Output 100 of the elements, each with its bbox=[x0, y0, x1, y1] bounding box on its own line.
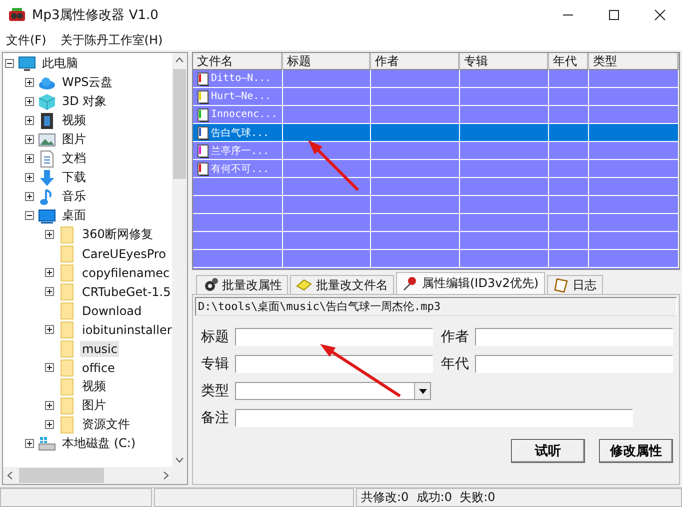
folder-icon bbox=[58, 340, 76, 358]
folder-icon bbox=[58, 378, 76, 396]
text-field[interactable] bbox=[235, 328, 433, 346]
file-name: Innocenc... bbox=[211, 109, 278, 120]
scroll-left-icon[interactable] bbox=[7, 471, 13, 480]
text-field[interactable] bbox=[475, 355, 673, 373]
file-icon bbox=[197, 144, 209, 158]
folder-icon bbox=[58, 416, 76, 434]
expand-icon[interactable] bbox=[25, 116, 34, 125]
tab[interactable]: 批量改文件名 bbox=[290, 275, 394, 294]
file-path-field: D:\tools\桌面\music\告白气球一周杰伦.mp3 bbox=[195, 297, 677, 316]
file-icon bbox=[197, 90, 209, 104]
tree-item[interactable]: music bbox=[80, 340, 120, 356]
tree-item[interactable]: 音乐 bbox=[60, 187, 88, 206]
expand-icon[interactable] bbox=[25, 154, 34, 163]
expand-icon[interactable] bbox=[45, 268, 54, 277]
scroll-thumb[interactable] bbox=[173, 69, 186, 179]
expand-icon[interactable] bbox=[25, 135, 34, 144]
folder-icon bbox=[58, 226, 76, 244]
field-label: 备注 bbox=[201, 409, 230, 427]
status-text: 共修改:0 成功:0 失败:0 bbox=[361, 489, 496, 506]
pushpin-icon bbox=[402, 276, 418, 292]
folder-icon bbox=[58, 264, 76, 282]
tree-item[interactable]: CRTubeGet-1.5 bbox=[80, 284, 172, 300]
folder-icon bbox=[58, 396, 76, 414]
tree-item[interactable]: 图片 bbox=[80, 396, 108, 415]
file-name: Hurt—Ne... bbox=[211, 91, 272, 102]
expand-icon[interactable] bbox=[25, 173, 34, 182]
action-button[interactable]: 试听 bbox=[511, 439, 585, 463]
expand-icon[interactable] bbox=[45, 230, 54, 239]
expand-icon[interactable] bbox=[45, 287, 54, 296]
collapse-icon[interactable] bbox=[25, 211, 34, 220]
folder-icon bbox=[58, 320, 76, 338]
collapse-icon[interactable] bbox=[5, 59, 14, 68]
expand-icon[interactable] bbox=[25, 97, 34, 106]
field-label: 类型 bbox=[201, 382, 230, 400]
field-label: 专辑 bbox=[201, 355, 230, 373]
tree-item[interactable]: iobituninstaller bbox=[80, 322, 172, 338]
text-field[interactable] bbox=[475, 328, 673, 346]
file-name: 告白气球... bbox=[211, 126, 270, 140]
tree-item[interactable]: CareUEyesPro bbox=[80, 246, 168, 262]
tree-item[interactable]: 下载 bbox=[60, 168, 88, 187]
horizontal-scrollbar[interactable] bbox=[3, 467, 187, 484]
file-name: Ditto—N... bbox=[211, 73, 272, 84]
film-icon bbox=[38, 112, 56, 130]
tree-item[interactable]: WPS云盘 bbox=[60, 73, 115, 92]
expand-icon[interactable] bbox=[45, 325, 54, 334]
document-icon bbox=[38, 150, 56, 168]
monitor-icon bbox=[18, 54, 36, 72]
text-field[interactable] bbox=[235, 355, 433, 373]
tree-item[interactable]: 本地磁盘 (C:) bbox=[60, 434, 138, 453]
app-icon bbox=[8, 7, 26, 23]
tree-item[interactable]: 视频 bbox=[60, 111, 88, 130]
file-icon bbox=[197, 162, 209, 176]
expand-icon[interactable] bbox=[25, 192, 34, 201]
dropdown-field[interactable] bbox=[235, 382, 431, 400]
dropdown-arrow-icon[interactable] bbox=[418, 388, 426, 394]
tree-item[interactable]: 文档 bbox=[60, 149, 88, 168]
tab[interactable]: 日志 bbox=[546, 275, 603, 294]
vertical-scrollbar[interactable] bbox=[172, 53, 187, 467]
tree-item[interactable]: 桌面 bbox=[60, 206, 88, 225]
cube-icon bbox=[38, 92, 56, 110]
tree-item[interactable]: 360断网修复 bbox=[80, 225, 155, 244]
maximize-icon[interactable] bbox=[608, 9, 620, 21]
folder-icon bbox=[58, 244, 76, 262]
file-icon bbox=[197, 72, 209, 86]
drive-icon bbox=[38, 434, 56, 452]
monitor-icon bbox=[38, 206, 56, 224]
folder-icon bbox=[58, 302, 76, 320]
window-title: Mp3属性修改器 V1.0 bbox=[32, 7, 158, 24]
tree-item[interactable]: 此电脑 bbox=[40, 54, 80, 73]
tree-item[interactable]: 资源文件 bbox=[80, 415, 132, 434]
text-field[interactable] bbox=[235, 409, 633, 427]
scroll-right-icon[interactable] bbox=[163, 471, 169, 480]
scroll-up-icon[interactable] bbox=[175, 57, 184, 63]
tab[interactable]: 批量改属性 bbox=[196, 275, 288, 294]
tree-item[interactable]: Download bbox=[80, 302, 144, 318]
tree-item[interactable]: 图片 bbox=[60, 130, 88, 149]
field-label: 标题 bbox=[201, 328, 230, 346]
table-row[interactable]: 告白气球... bbox=[193, 124, 679, 142]
folder-icon bbox=[58, 282, 76, 300]
tab[interactable]: 属性编辑(ID3v2优先) bbox=[396, 272, 545, 294]
expand-icon[interactable] bbox=[45, 401, 54, 410]
down-arrow-icon bbox=[38, 168, 56, 186]
tree-item[interactable]: copyfilenamec bbox=[80, 264, 172, 280]
tree-item[interactable]: 视频 bbox=[80, 377, 108, 396]
action-button[interactable]: 修改属性 bbox=[599, 439, 673, 463]
scroll-thumb[interactable] bbox=[19, 468, 104, 483]
expand-icon[interactable] bbox=[25, 78, 34, 87]
expand-icon[interactable] bbox=[45, 363, 54, 372]
menu-item[interactable]: 文件(F) bbox=[6, 32, 46, 48]
file-icon bbox=[197, 108, 209, 122]
tree-item[interactable]: office bbox=[80, 360, 117, 376]
menu-item[interactable]: 关于陈丹工作室(H) bbox=[60, 32, 163, 48]
tree-item[interactable]: 3D 对象 bbox=[60, 92, 109, 111]
file-icon bbox=[197, 126, 209, 140]
scroll-down-icon[interactable] bbox=[175, 457, 184, 463]
close-icon[interactable] bbox=[654, 9, 666, 21]
expand-icon[interactable] bbox=[25, 439, 34, 448]
expand-icon[interactable] bbox=[45, 420, 54, 429]
